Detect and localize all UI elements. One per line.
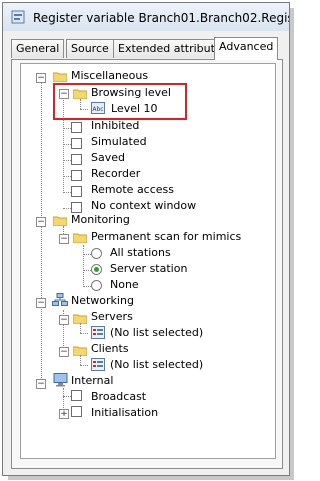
collapse-misc-icon[interactable]: − [36,73,46,83]
all-stations-radio[interactable] [91,248,102,259]
tab-source[interactable]: Source [66,39,114,58]
recorder-checkbox[interactable] [71,170,82,181]
tree-line [63,160,71,161]
server-station-label: Server station [110,262,188,275]
server-station-radio[interactable] [91,264,102,275]
title-bar[interactable]: Register variable Branch01.Branch02.Regi… [3,3,289,31]
remote-access-checkbox[interactable] [71,186,82,197]
collapse-internal-icon[interactable]: − [36,379,46,389]
tree-line [63,208,71,209]
broadcast-checkbox[interactable] [71,390,82,401]
tree-line [63,128,71,129]
tree-line [63,144,71,145]
tree-line [80,323,81,333]
initialisation-label: Initialisation [91,406,159,419]
tree-node-permanent-scan[interactable]: Permanent scan for mimics [91,229,241,245]
tab-general[interactable]: General [11,39,65,58]
collapse-networking-icon[interactable]: − [36,298,46,308]
network-icon [52,293,68,306]
tree-line [80,365,88,366]
tab-strip: General Source Extended attributes Advan… [11,37,289,60]
saved-label: Saved [91,151,125,164]
folder-icon [53,216,67,226]
list-icon [91,326,105,339]
broadcast-label: Broadcast [91,390,147,403]
collapse-clients-icon[interactable]: − [59,347,69,357]
folder-icon [53,72,67,82]
tab-label: General [16,42,60,55]
tab-label: Advanced [219,40,274,53]
expand-initialisation-icon[interactable]: + [59,409,69,419]
collapse-servers-icon[interactable]: − [59,315,69,325]
highlight-box [53,83,187,120]
tree-node-networking[interactable]: Networking [71,293,134,309]
none-radio[interactable] [91,280,102,291]
initialisation-checkbox[interactable] [71,406,82,417]
tree-node-monitoring[interactable]: Monitoring [71,212,130,228]
tree-line [83,245,84,285]
tab-label: Source [71,42,109,55]
window-icon [11,10,25,24]
list-icon [91,358,105,371]
remote-access-label: Remote access [91,183,175,196]
tab-advanced[interactable]: Advanced [214,37,279,60]
collapse-monitoring-icon[interactable]: − [36,217,46,227]
window-title: Register variable Branch01.Branch02.Regi… [33,11,289,25]
tree-node-clients[interactable]: Clients [91,341,129,357]
all-stations-label: All stations [110,246,171,259]
inhibited-label: Inhibited [91,119,140,132]
folder-icon [73,233,87,243]
collapse-permanent-scan-icon[interactable]: − [59,234,69,244]
simulated-checkbox[interactable] [71,138,82,149]
tree-node-miscellaneous[interactable]: Miscellaneous [71,68,148,84]
tree-node-internal[interactable]: Internal [71,373,113,389]
clients-value[interactable]: (No list selected) [110,357,203,373]
tree-line [63,176,71,177]
computer-icon [53,373,68,387]
tree-line [83,254,91,255]
tree-line [41,80,42,380]
servers-value[interactable]: (No list selected) [110,325,203,341]
tree-node-servers[interactable]: Servers [91,309,133,325]
tree-line [83,286,91,287]
tree-line [80,355,81,365]
tree-line [63,192,71,193]
tree-line [63,396,71,397]
tab-label: Extended attributes [118,42,228,55]
recorder-label: Recorder [91,167,141,180]
inhibited-checkbox[interactable] [71,122,82,133]
tree-line [80,333,88,334]
none-label: None [110,278,139,291]
simulated-label: Simulated [91,135,147,148]
tree-line [83,270,91,271]
saved-checkbox[interactable] [71,154,82,165]
